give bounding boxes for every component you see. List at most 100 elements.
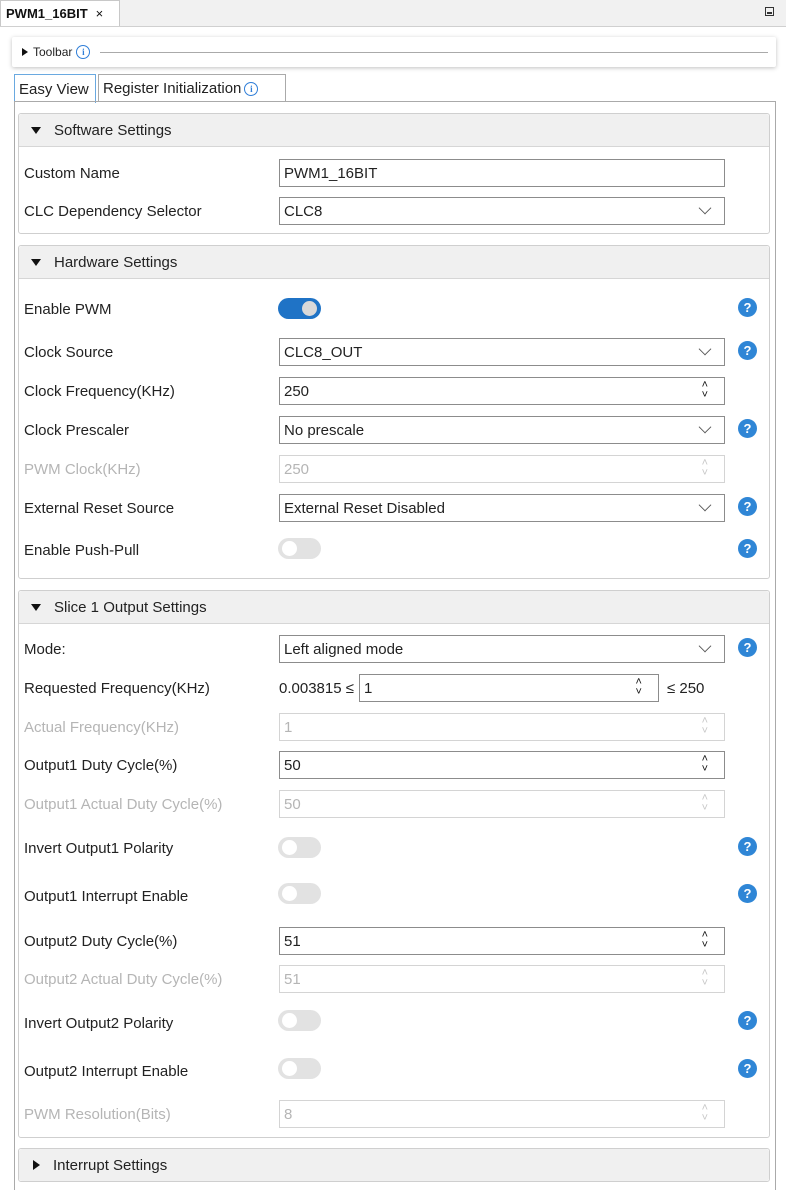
invert-output2-toggle[interactable] xyxy=(278,1010,321,1031)
actual-frequency-value: 1 xyxy=(284,718,293,736)
toolbar-label[interactable]: Toolbar xyxy=(33,45,72,59)
clock-prescaler-label: Clock Prescaler xyxy=(24,422,130,439)
output1-actual-duty-label: Output1 Actual Duty Cycle(%) xyxy=(24,796,223,813)
clock-source-select[interactable]: CLC8_OUT xyxy=(279,338,725,366)
requested-frequency-input[interactable]: 1 ˄ ˅ xyxy=(358,674,659,702)
clock-frequency-label: Clock Frequency(KHz) xyxy=(24,383,175,400)
info-icon[interactable]: i xyxy=(244,81,259,96)
custom-name-label: Custom Name xyxy=(24,165,120,182)
output1-interrupt-toggle[interactable] xyxy=(278,883,321,904)
help-icon[interactable]: ? xyxy=(738,1011,757,1030)
invert-output1-label: Invert Output1 Polarity xyxy=(24,840,174,857)
requested-frequency-max: ≤ 250 xyxy=(666,679,705,697)
interrupt-settings-title: Interrupt Settings xyxy=(53,1156,168,1174)
clc-dependency-value: CLC8 xyxy=(284,202,323,220)
invert-output2-label: Invert Output2 Polarity xyxy=(24,1015,174,1032)
collapse-icon xyxy=(31,603,41,611)
tab-register-initialization-label: Register Initialization xyxy=(103,80,242,97)
help-icon[interactable]: ? xyxy=(738,638,757,657)
help-icon[interactable]: ? xyxy=(738,884,757,903)
invert-output1-toggle[interactable] xyxy=(278,837,321,858)
requested-frequency-label: Requested Frequency(KHz) xyxy=(24,680,210,697)
output2-duty-value: 51 xyxy=(284,932,301,950)
spinner-icon: ˄ ˅ xyxy=(701,715,708,737)
help-icon[interactable]: ? xyxy=(738,341,757,360)
help-icon[interactable]: ? xyxy=(738,1059,757,1078)
clock-source-label: Clock Source xyxy=(24,344,114,361)
toolbar: Toolbar i xyxy=(12,37,776,67)
software-settings-header[interactable]: Software Settings xyxy=(19,114,769,147)
tab-register-initialization[interactable]: Register Initialization i xyxy=(98,74,286,102)
output1-interrupt-label: Output1 Interrupt Enable xyxy=(24,888,189,905)
external-reset-label: External Reset Source xyxy=(24,500,175,517)
clock-prescaler-select[interactable]: No prescale xyxy=(279,416,725,444)
output1-duty-input[interactable]: 50 ˄ ˅ xyxy=(279,751,725,779)
clock-source-value: CLC8_OUT xyxy=(284,343,363,361)
help-icon[interactable]: ? xyxy=(738,539,757,558)
slice1-output-settings-title: Slice 1 Output Settings xyxy=(54,598,207,616)
chevron-down-icon xyxy=(698,498,712,512)
document-tab[interactable]: PWM1_16BIT × xyxy=(0,0,120,26)
spinner-icon[interactable]: ˄ ˅ xyxy=(702,380,708,401)
expand-toolbar-icon[interactable] xyxy=(22,48,28,56)
mode-value: Left aligned mode xyxy=(284,640,404,658)
requested-frequency-min: 0.003815 ≤ xyxy=(279,679,354,697)
chevron-down-icon xyxy=(698,420,712,434)
pwm-clock-value: 250 xyxy=(284,460,310,478)
output2-duty-input[interactable]: 51 ˄ ˅ xyxy=(279,927,725,955)
help-icon[interactable]: ? xyxy=(738,497,757,516)
pwm-clock-input: 250 ˄ ˅ xyxy=(279,455,725,483)
pwm-resolution-label: PWM Resolution(Bits) xyxy=(24,1106,171,1123)
help-icon[interactable]: ? xyxy=(738,419,757,438)
pwm-resolution-value: 8 xyxy=(284,1105,293,1123)
output2-actual-duty-label: Output2 Actual Duty Cycle(%) xyxy=(24,971,223,988)
close-icon[interactable]: × xyxy=(96,6,104,21)
software-settings-title: Software Settings xyxy=(54,121,172,139)
clc-dependency-label: CLC Dependency Selector xyxy=(24,203,202,220)
output1-duty-value: 50 xyxy=(284,756,301,774)
actual-frequency-label: Actual Frequency(KHz) xyxy=(24,719,180,736)
pwm-resolution-input: 8 ˄ ˅ xyxy=(279,1100,725,1128)
spinner-icon: ˄ ˅ xyxy=(701,1102,708,1124)
collapse-icon xyxy=(31,126,41,134)
push-pull-toggle[interactable] xyxy=(278,538,321,559)
mode-label: Mode: xyxy=(24,641,66,658)
clc-dependency-select[interactable]: CLC8 xyxy=(279,197,725,225)
minimize-icon[interactable] xyxy=(765,7,774,16)
editor-tab-bar: PWM1_16BIT × xyxy=(0,0,786,27)
custom-name-input[interactable]: PWM1_16BIT xyxy=(279,159,725,187)
chevron-down-icon xyxy=(698,639,712,653)
spinner-icon: ˄ ˅ xyxy=(701,457,708,479)
hardware-settings-header[interactable]: Hardware Settings xyxy=(19,246,769,279)
output2-interrupt-toggle[interactable] xyxy=(278,1058,321,1079)
hardware-settings-group: Hardware Settings Enable PWM ? Clock Sou… xyxy=(18,245,770,579)
info-icon[interactable]: i xyxy=(76,45,91,59)
mode-select[interactable]: Left aligned mode xyxy=(279,635,725,663)
interrupt-settings-group: Interrupt Settings xyxy=(18,1148,770,1182)
clock-frequency-input[interactable]: 250 ˄ ˅ xyxy=(279,377,725,405)
output1-duty-label: Output1 Duty Cycle(%) xyxy=(24,757,178,774)
requested-frequency-range: 0.003815 ≤ 1 ˄ ˅ ≤ 250 xyxy=(279,674,739,702)
enable-pwm-toggle[interactable] xyxy=(278,298,321,319)
interrupt-settings-header[interactable]: Interrupt Settings xyxy=(19,1149,769,1181)
expand-icon xyxy=(33,1160,40,1170)
clock-prescaler-value: No prescale xyxy=(284,421,365,439)
custom-name-value: PWM1_16BIT xyxy=(284,164,378,182)
help-icon[interactable]: ? xyxy=(738,298,757,317)
external-reset-value: External Reset Disabled xyxy=(284,499,445,517)
spinner-icon[interactable]: ˄ ˅ xyxy=(702,754,708,775)
chevron-down-icon xyxy=(698,201,712,215)
external-reset-select[interactable]: External Reset Disabled xyxy=(279,494,725,522)
toolbar-divider xyxy=(100,51,768,53)
spinner-icon[interactable]: ˄ ˅ xyxy=(702,930,708,951)
hardware-settings-title: Hardware Settings xyxy=(54,253,178,271)
slice1-output-settings-header[interactable]: Slice 1 Output Settings xyxy=(19,591,769,624)
help-icon[interactable]: ? xyxy=(738,837,757,856)
collapse-icon xyxy=(31,258,41,266)
tab-easy-view[interactable]: Easy View xyxy=(14,74,96,103)
spinner-icon: ˄ ˅ xyxy=(701,792,708,814)
output2-duty-label: Output2 Duty Cycle(%) xyxy=(24,933,178,950)
clock-frequency-value: 250 xyxy=(284,382,310,400)
pwm-clock-label: PWM Clock(KHz) xyxy=(24,461,141,478)
spinner-icon[interactable]: ˄ ˅ xyxy=(636,677,642,698)
